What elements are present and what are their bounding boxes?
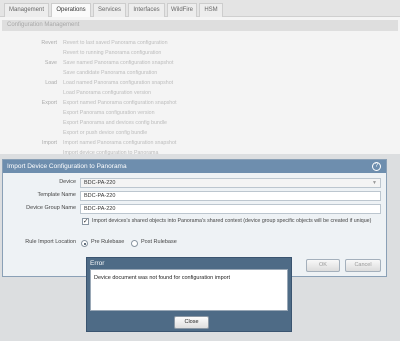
error-dialog: Error Device document was not found for … [86, 257, 292, 332]
config-row: Revert Revert to last saved Panorama con… [0, 38, 400, 48]
config-group-label: Save [44, 60, 57, 66]
config-row: Export Export named Panorama configurati… [0, 98, 400, 108]
pre-rulebase-radio[interactable] [81, 240, 88, 247]
config-row: Load Panorama configuration version [0, 88, 400, 98]
cancel-button[interactable]: Cancel [345, 259, 381, 272]
config-row: Save candidate Panorama configuration [0, 68, 400, 78]
ok-button[interactable]: OK [306, 259, 340, 272]
chevron-down-icon: ▼ [372, 180, 377, 186]
config-action-link[interactable]: Export Panorama and devices config bundl… [63, 118, 167, 128]
pre-rulebase-label: Pre Rulebase [91, 239, 125, 245]
error-message: Device document was not found for config… [90, 269, 288, 311]
tab-services[interactable]: Services [93, 3, 126, 17]
close-button[interactable]: Close [174, 316, 209, 329]
help-icon[interactable]: ? [372, 162, 381, 171]
config-group-label: Load [45, 80, 57, 86]
config-row: Load Load named Panorama configuration s… [0, 78, 400, 88]
config-action-link[interactable]: Import named Panorama configuration snap… [63, 138, 176, 148]
config-row: Export or push device config bundle [0, 128, 400, 138]
config-row: Save Save named Panorama configuration s… [0, 58, 400, 68]
config-group-label: Revert [41, 40, 57, 46]
post-rulebase-radio[interactable] [131, 240, 138, 247]
config-action-link[interactable]: Export Panorama configuration version [63, 108, 155, 118]
top-tab-bar: Management Operations Services Interface… [0, 0, 400, 17]
tab-wildfire[interactable]: WildFire [167, 3, 197, 17]
template-name-input[interactable]: BDC-PA-220 [80, 191, 381, 201]
import-dialog-title: Import Device Configuration to Panorama [3, 160, 386, 173]
config-action-link[interactable]: Load named Panorama configuration snapsh… [63, 78, 173, 88]
config-action-link[interactable]: Save candidate Panorama configuration [63, 68, 157, 78]
error-dialog-title: Error [90, 260, 105, 267]
tab-interfaces[interactable]: Interfaces [128, 3, 165, 17]
device-group-name-label: Device Group Name [26, 205, 76, 211]
config-row: Export Panorama configuration version [0, 108, 400, 118]
section-header: Configuration Management [2, 20, 398, 31]
shared-objects-checkbox[interactable]: ✓ [82, 218, 89, 225]
config-row: Import Import named Panorama configurati… [0, 138, 400, 148]
config-action-link[interactable]: Load Panorama configuration version [63, 88, 151, 98]
config-action-link[interactable]: Export or push device config bundle [63, 128, 147, 138]
config-action-link[interactable]: Revert to running Panorama configuration [63, 48, 161, 58]
rule-import-location-label: Rule Import Location [25, 239, 76, 245]
device-select-value: BDC-PA-220 [84, 180, 116, 186]
tab-hsm[interactable]: HSM [199, 3, 223, 17]
device-select[interactable]: BDC-PA-220 ▼ [80, 178, 381, 188]
device-group-name-input[interactable]: BDC-PA-220 [80, 204, 381, 214]
config-action-link[interactable]: Export named Panorama configuration snap… [63, 98, 177, 108]
radio-selected-dot [83, 242, 86, 245]
shared-objects-label: Import devices's shared objects into Pan… [92, 218, 372, 224]
config-action-link[interactable]: Revert to last saved Panorama configurat… [63, 38, 168, 48]
config-group-label: Import [41, 140, 57, 146]
config-group-label: Export [41, 100, 57, 106]
config-action-link[interactable]: Save named Panorama configuration snapsh… [63, 58, 173, 68]
tab-operations[interactable]: Operations [51, 3, 91, 17]
post-rulebase-label: Post Rulebase [141, 239, 177, 245]
tab-management[interactable]: Management [4, 3, 49, 17]
template-name-label: Template Name [37, 192, 76, 198]
device-label: Device [59, 179, 76, 185]
checkmark-icon: ✓ [83, 218, 89, 225]
config-row: Export Panorama and devices config bundl… [0, 118, 400, 128]
config-row: Revert to running Panorama configuration [0, 48, 400, 58]
